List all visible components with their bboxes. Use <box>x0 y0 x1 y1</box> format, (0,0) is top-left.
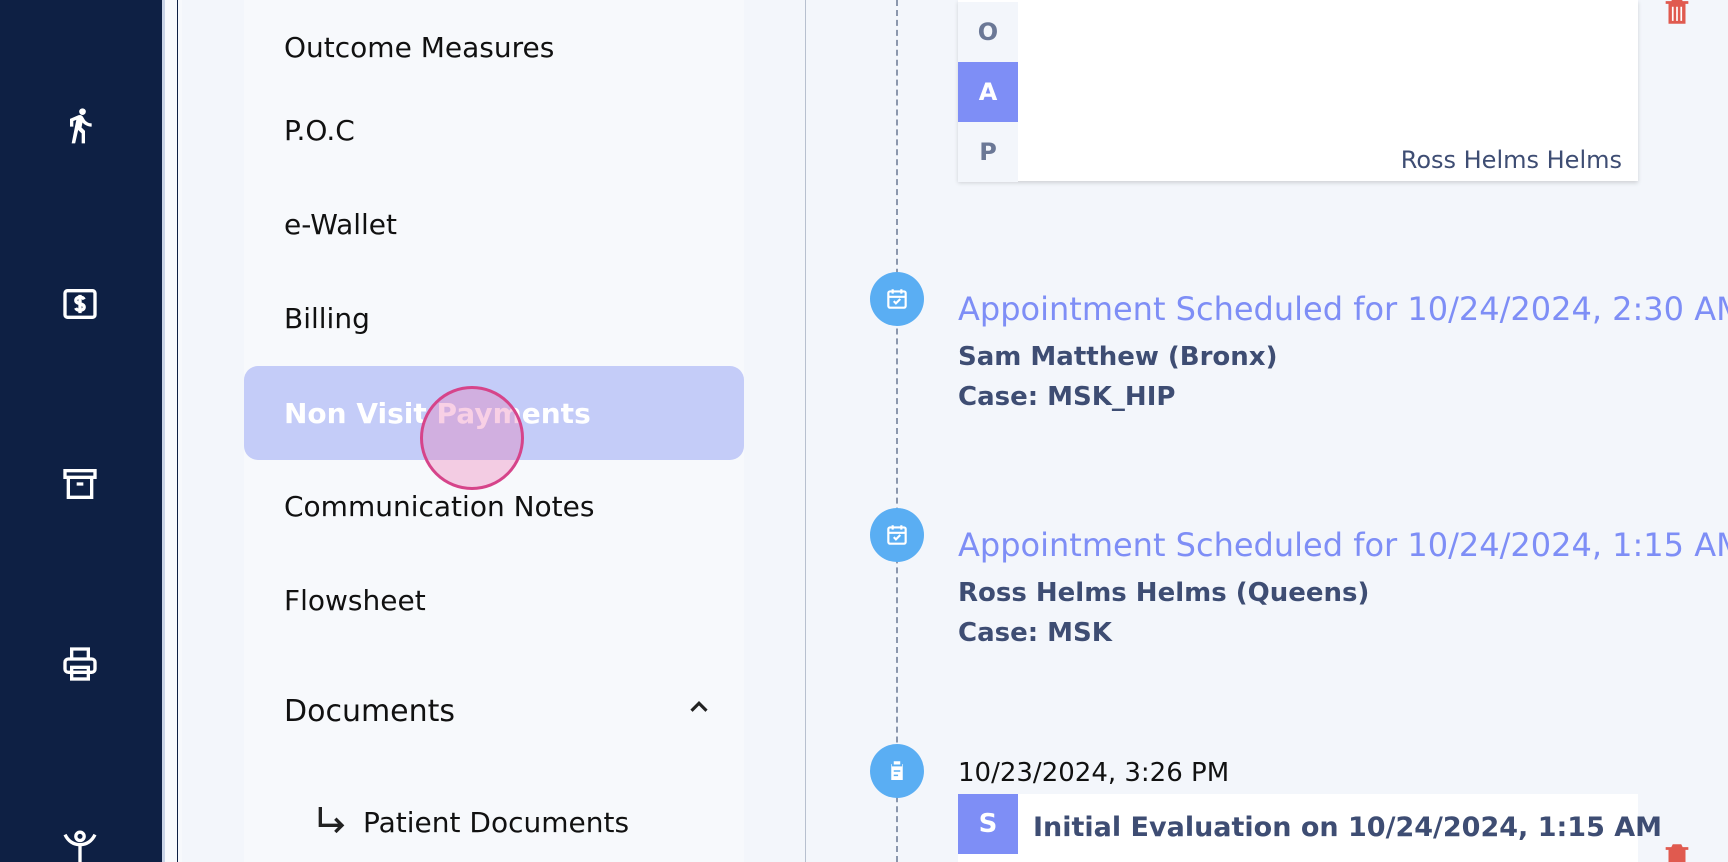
menu-item-label: Documents <box>284 693 456 729</box>
chevron-up-icon[interactable] <box>684 692 714 722</box>
evaluation-date: 10/23/2024, 3:26 PM <box>958 758 1230 788</box>
trash-icon[interactable] <box>1660 0 1694 28</box>
menu-item-label: Outcome Measures <box>284 30 555 64</box>
walking-person-icon[interactable] <box>50 95 110 155</box>
appointment-provider: Ross Helms Helms (Queens) <box>958 578 1370 608</box>
menu-item-label: Flowsheet <box>284 583 426 617</box>
appointment-title[interactable]: Appointment Scheduled for 10/24/2024, 1:… <box>958 526 1728 564</box>
soap-letter-o[interactable]: O <box>958 2 1018 62</box>
dollar-icon[interactable] <box>50 274 110 334</box>
appointment-case: Case: MSK <box>958 618 1112 648</box>
menu-item-billing[interactable]: Billing <box>244 271 744 365</box>
person-raised-arms-icon[interactable] <box>50 818 110 862</box>
appointment-title[interactable]: Appointment Scheduled for 10/24/2024, 2:… <box>958 290 1728 328</box>
sub-item-arrow-icon <box>318 807 345 834</box>
calendar-check-icon <box>870 272 924 326</box>
menu-subitem-patient-documents[interactable]: Patient Documents <box>363 797 629 847</box>
left-rail <box>0 0 162 862</box>
menu-item-label: e-Wallet <box>284 207 398 241</box>
menu-item-label: Billing <box>284 301 370 335</box>
soap-letter-p[interactable]: P <box>958 122 1018 182</box>
evaluation-title[interactable]: Initial Evaluation on 10/24/2024, 1:15 A… <box>1033 812 1662 843</box>
menu-item-label: P.O.C <box>284 113 355 147</box>
calendar-check-icon <box>870 508 924 562</box>
soap-letter-s[interactable]: S <box>958 794 1018 854</box>
menu-item-flowsheet[interactable]: Flowsheet <box>244 553 744 647</box>
menu-item-outcome-measures[interactable]: Outcome Measures <box>244 0 744 94</box>
note-author: Ross Helms Helms <box>1400 146 1622 174</box>
archive-icon[interactable] <box>50 454 110 514</box>
click-indicator <box>420 386 524 490</box>
appointment-case: Case: MSK_HIP <box>958 382 1176 412</box>
menu-item-label: Communication Notes <box>284 489 595 523</box>
rail-separator <box>162 0 182 862</box>
trash-icon[interactable] <box>1660 840 1694 862</box>
menu-subitem-label: Patient Documents <box>363 805 630 839</box>
printer-icon[interactable] <box>50 634 110 694</box>
timeline-line <box>896 0 898 862</box>
menu-item-documents[interactable]: Documents <box>244 664 744 758</box>
soap-letter-a[interactable]: A <box>958 62 1018 122</box>
clipboard-icon <box>870 744 924 798</box>
appointment-provider: Sam Matthew (Bronx) <box>958 342 1278 372</box>
menu-item-poc[interactable]: P.O.C <box>244 83 744 177</box>
menu-item-e-wallet[interactable]: e-Wallet <box>244 177 744 271</box>
panel-divider <box>805 0 806 862</box>
